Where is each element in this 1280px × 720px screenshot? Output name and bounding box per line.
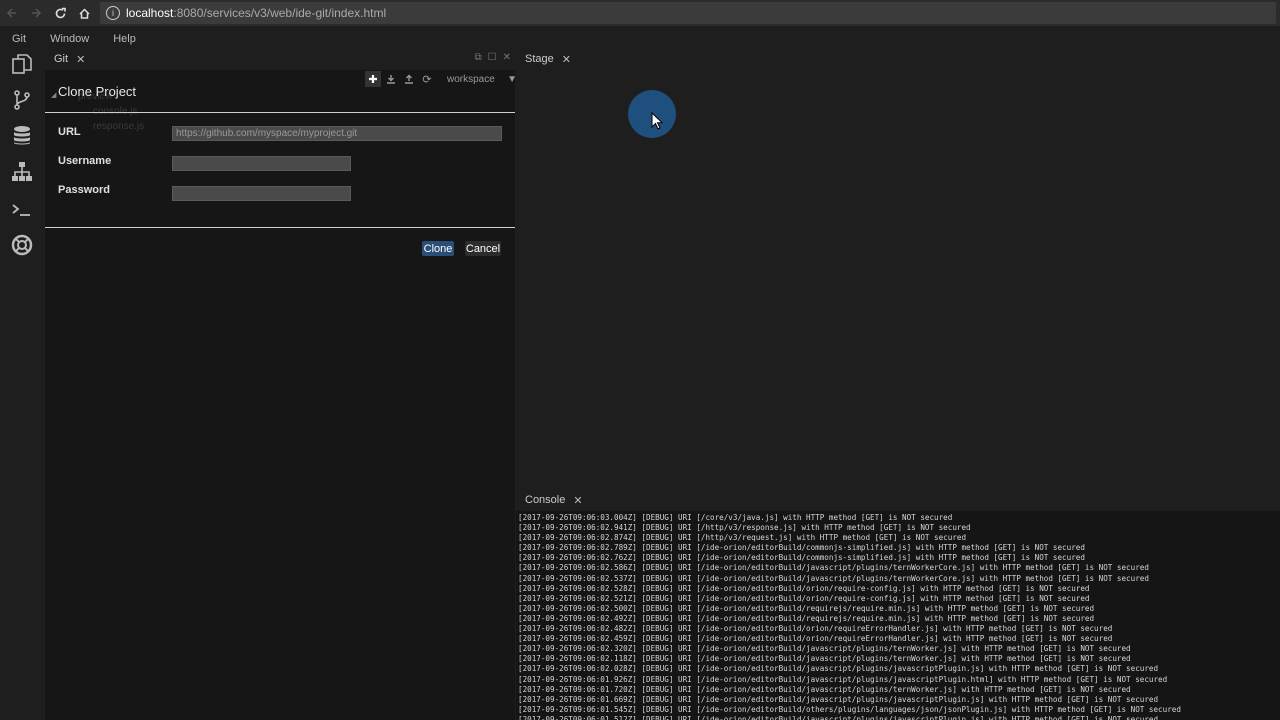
- add-icon[interactable]: ✚: [365, 71, 381, 87]
- menu-git[interactable]: Git: [0, 33, 38, 45]
- console-tabbar: Console ✕: [516, 489, 1280, 511]
- git-branch-icon[interactable]: [10, 88, 34, 112]
- cancel-button[interactable]: Cancel: [465, 241, 501, 256]
- console-log-line: [2017-09-26T09:06:01.512Z] [DEBUG] URI […: [518, 714, 1159, 720]
- reload-icon[interactable]: [48, 1, 72, 25]
- panel-controls: ⧉ ☐ ✕: [475, 52, 512, 63]
- close-icon[interactable]: ✕: [76, 53, 85, 66]
- download-icon[interactable]: [383, 71, 399, 87]
- console-log-line: [2017-09-26T09:06:02.537Z] [DEBUG] URI […: [518, 573, 1149, 583]
- console-log-line: [2017-09-26T09:06:02.028Z] [DEBUG] URI […: [518, 664, 1159, 674]
- files-icon[interactable]: [10, 52, 34, 76]
- console-log-line: [2017-09-26T09:06:02.789Z] [DEBUG] URI […: [518, 543, 1085, 553]
- console-log-line: [2017-09-26T09:06:02.762Z] [DEBUG] URI […: [518, 553, 1085, 563]
- activity-sidebar: [0, 48, 45, 720]
- git-toolbar: ✚ ⟳ workspace ▼: [365, 70, 519, 88]
- upload-icon[interactable]: [401, 71, 417, 87]
- info-icon[interactable]: i: [106, 6, 120, 20]
- mouse-cursor-icon: [651, 111, 664, 135]
- console-log-line: [2017-09-26T09:06:02.459Z] [DEBUG] URI […: [518, 634, 1113, 644]
- password-input[interactable]: [172, 186, 351, 201]
- address-bar[interactable]: i localhost:8080/services/v3/web/ide-git…: [100, 2, 1276, 24]
- tab-stage-label: Stage: [525, 53, 554, 65]
- git-panel: Git ✕ ⧉ ☐ ✕ ✚ ⟳ workspace ▼ preview cons…: [45, 48, 517, 720]
- workspace-select-value: workspace: [447, 73, 495, 85]
- console-log-line: [2017-09-26T09:06:01.720Z] [DEBUG] URI […: [518, 684, 1131, 694]
- arrow-left-icon[interactable]: [0, 1, 24, 25]
- console-log-line: [2017-09-26T09:06:02.492Z] [DEBUG] URI […: [518, 613, 1095, 623]
- database-icon[interactable]: [10, 124, 34, 148]
- username-input[interactable]: [172, 156, 351, 171]
- tab-git-label: Git: [54, 53, 69, 65]
- console-log-line: [2017-09-26T09:06:01.545Z] [DEBUG] URI […: [518, 704, 1181, 714]
- close-panel-icon[interactable]: ✕: [503, 52, 511, 63]
- console-log-line: [2017-09-26T09:06:01.669Z] [DEBUG] URI […: [518, 694, 1159, 704]
- console-log-line: [2017-09-26T09:06:02.874Z] [DEBUG] URI […: [518, 533, 967, 543]
- dialog-divider-bottom: [45, 227, 515, 228]
- url-input-placeholder: https://github.com/myspace/myproject.git: [176, 128, 358, 139]
- clone-button[interactable]: Clone: [422, 241, 454, 256]
- stage-tabbar: Stage ✕: [516, 48, 1280, 70]
- console-output[interactable]: [2017-09-26T09:06:03.004Z] [DEBUG] URI […: [516, 511, 1280, 720]
- lifebuoy-icon[interactable]: [10, 233, 34, 257]
- arrow-right-icon[interactable]: [24, 1, 48, 25]
- restore-icon[interactable]: ⧉: [475, 52, 482, 63]
- url-host: localhost: [126, 6, 174, 20]
- console-log-line: [2017-09-26T09:06:02.521Z] [DEBUG] URI […: [518, 593, 1090, 603]
- console-panel: Console ✕ [2017-09-26T09:06:03.004Z] [DE…: [516, 489, 1280, 720]
- menu-bar: Git Window Help: [0, 30, 1280, 48]
- close-icon[interactable]: ✕: [562, 53, 571, 66]
- console-log-line: [2017-09-26T09:06:02.320Z] [DEBUG] URI […: [518, 644, 1131, 654]
- git-tabbar: Git ✕: [45, 48, 515, 70]
- console-log-line: [2017-09-26T09:06:02.482Z] [DEBUG] URI […: [518, 624, 1113, 634]
- menu-help[interactable]: Help: [101, 33, 148, 45]
- terminal-icon[interactable]: [10, 198, 34, 222]
- console-log-line: [2017-09-26T09:06:02.118Z] [DEBUG] URI […: [518, 654, 1131, 664]
- collapse-caret-icon: ◢: [51, 92, 57, 99]
- url-input[interactable]: https://github.com/myspace/myproject.git: [172, 126, 502, 141]
- console-log-line: [2017-09-26T09:06:01.926Z] [DEBUG] URI […: [518, 674, 1168, 684]
- password-label: Password: [58, 184, 110, 196]
- menu-window[interactable]: Window: [38, 33, 101, 45]
- refresh-icon[interactable]: ⟳: [419, 71, 435, 87]
- tab-git[interactable]: Git ✕: [45, 48, 94, 70]
- url-label: URL: [58, 126, 81, 138]
- url-path: :8080/services/v3/web/ide-git/index.html: [173, 6, 387, 20]
- tab-stage[interactable]: Stage ✕: [516, 48, 580, 70]
- dialog-title: Clone Project: [58, 84, 137, 99]
- workspace-select[interactable]: workspace ▼: [445, 71, 519, 87]
- console-log-line: [2017-09-26T09:06:03.004Z] [DEBUG] URI […: [518, 513, 953, 522]
- hierarchy-icon[interactable]: [10, 160, 34, 184]
- tab-console-label: Console: [525, 494, 566, 506]
- close-icon[interactable]: ✕: [573, 494, 582, 507]
- ghost-tree-item: response.js: [93, 121, 145, 132]
- console-log-line: [2017-09-26T09:06:02.586Z] [DEBUG] URI […: [518, 563, 1149, 573]
- console-log-line: [2017-09-26T09:06:02.941Z] [DEBUG] URI […: [518, 523, 971, 533]
- browser-toolbar: i localhost:8080/services/v3/web/ide-git…: [0, 0, 1280, 26]
- stage-panel: Stage ✕: [516, 48, 1280, 488]
- dialog-divider-top: [45, 112, 515, 113]
- console-log-line: [2017-09-26T09:06:02.500Z] [DEBUG] URI […: [518, 603, 1095, 613]
- maximize-icon[interactable]: ☐: [488, 52, 497, 63]
- tab-console[interactable]: Console ✕: [516, 489, 592, 511]
- console-log-line: [2017-09-26T09:06:02.528Z] [DEBUG] URI […: [518, 583, 1090, 593]
- username-label: Username: [58, 155, 112, 167]
- home-icon[interactable]: [72, 1, 96, 25]
